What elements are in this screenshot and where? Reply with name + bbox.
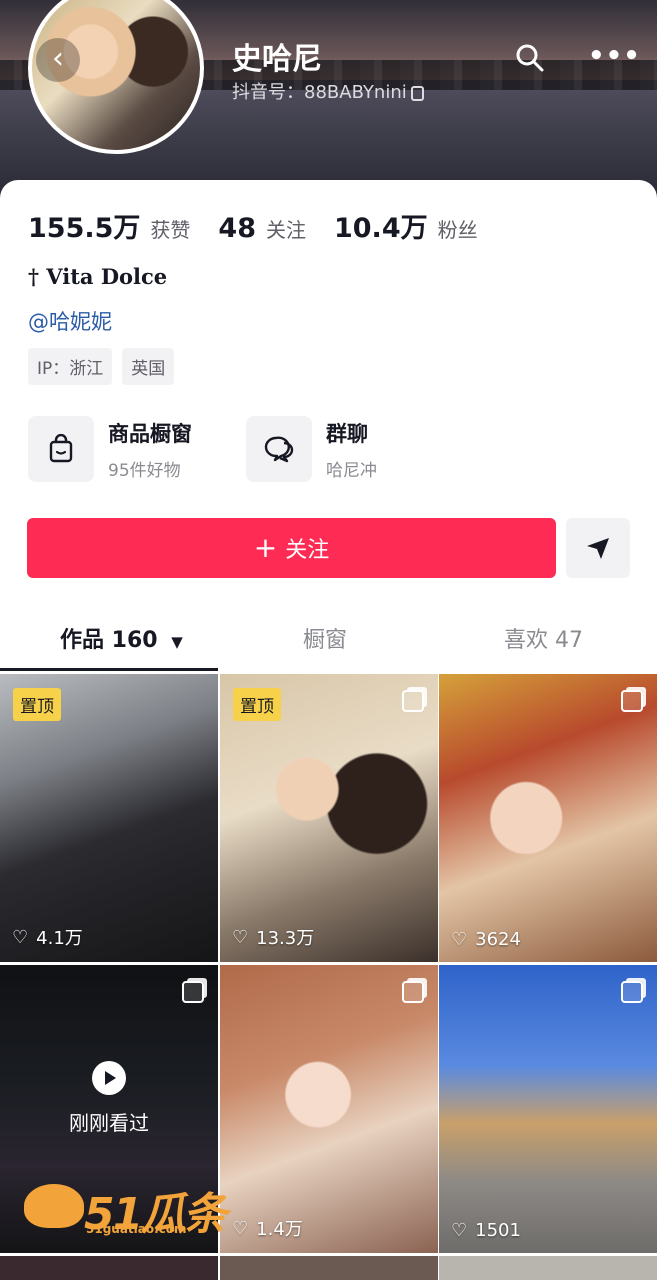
watermark-logo: 51瓜条 51guatiao.com bbox=[20, 1178, 230, 1240]
heart-icon: ♡ bbox=[451, 1220, 468, 1241]
profile-stats: 155.5万 获赞 48 关注 10.4万 粉丝 bbox=[28, 206, 496, 245]
video-thumbnail[interactable]: 置顶 ♡ 4.1万 bbox=[0, 674, 218, 962]
country-tag: 英国 bbox=[122, 348, 175, 385]
watermelon-logo-icon bbox=[24, 1184, 84, 1228]
tab-showcase[interactable]: 橱窗 bbox=[303, 622, 347, 654]
video-thumbnail[interactable] bbox=[439, 1256, 657, 1280]
share-button[interactable] bbox=[566, 518, 630, 578]
pinned-badge: 置顶 bbox=[233, 688, 281, 721]
group-chat-sub: 哈尼冲 bbox=[326, 460, 377, 481]
tab-works[interactable]: 作品 160 ▼ bbox=[60, 622, 183, 654]
chevron-left-icon: ‹ bbox=[52, 41, 64, 76]
followers-count[interactable]: 10.4万 bbox=[334, 206, 428, 245]
tab-indicator bbox=[0, 668, 218, 671]
tab-likes[interactable]: 喜欢 47 bbox=[504, 622, 583, 654]
mention-link[interactable]: @哈妮妮 bbox=[28, 306, 112, 336]
group-chat-title: 群聊 bbox=[326, 421, 368, 446]
profile-name: 史哈尼 bbox=[232, 42, 322, 77]
multi-image-icon bbox=[402, 690, 424, 712]
multi-image-icon bbox=[402, 981, 424, 1003]
multi-image-icon bbox=[621, 981, 643, 1003]
likes-count: 155.5万 bbox=[28, 213, 141, 244]
heart-icon: ♡ bbox=[232, 926, 249, 948]
ip-tag: IP：浙江 bbox=[28, 348, 113, 385]
douyin-id-text: 抖音号：88BABYnini bbox=[232, 82, 407, 103]
plus-icon: + bbox=[253, 531, 278, 564]
shop-window-sub: 95件好物 bbox=[108, 460, 181, 481]
chat-bubbles-icon bbox=[246, 416, 312, 482]
video-thumbnail[interactable]: ♡ 1.4万 bbox=[220, 965, 438, 1253]
recently-watched-label: 刚刚看过 bbox=[69, 1111, 149, 1135]
shopping-bag-icon bbox=[28, 416, 94, 482]
send-icon bbox=[587, 538, 609, 559]
watermark-url: 51guatiao.com bbox=[86, 1222, 187, 1236]
tab-works-label: 作品 160 bbox=[60, 628, 158, 653]
profile-entries: 商品橱窗 95件好物 群聊 哈尼冲 bbox=[28, 416, 377, 482]
like-count: ♡ 4.1万 bbox=[12, 926, 83, 950]
copy-icon[interactable] bbox=[410, 85, 424, 101]
following-count[interactable]: 48 bbox=[218, 213, 256, 244]
like-count: ♡ 3624 bbox=[451, 929, 521, 950]
more-icon[interactable]: ••• bbox=[588, 43, 640, 72]
likes-label: 获赞 bbox=[150, 218, 191, 242]
profile-tags: IP：浙江 英国 bbox=[28, 348, 175, 385]
caret-down-icon: ▼ bbox=[171, 633, 183, 651]
douyin-id[interactable]: 抖音号：88BABYnini bbox=[232, 78, 424, 104]
video-thumbnail[interactable]: ♡ 1501 bbox=[439, 965, 657, 1253]
like-count: ♡ 1501 bbox=[451, 1220, 521, 1241]
like-count: ♡ 13.3万 bbox=[232, 926, 315, 950]
like-count: ♡ 1.4万 bbox=[232, 1217, 303, 1241]
heart-icon: ♡ bbox=[12, 926, 29, 948]
followers-label[interactable]: 粉丝 bbox=[438, 214, 478, 243]
content-tabs: 作品 160 ▼ 橱窗 喜欢 47 bbox=[0, 618, 657, 672]
recently-watched: 刚刚看过 bbox=[0, 1061, 218, 1136]
video-thumbnail[interactable]: 置顶 ♡ 13.3万 bbox=[220, 674, 438, 962]
bio-text: † Vita Dolce bbox=[28, 264, 168, 289]
multi-image-icon bbox=[621, 690, 643, 712]
video-thumbnail[interactable]: ♡ 3624 bbox=[439, 674, 657, 962]
shop-window-entry[interactable]: 商品橱窗 95件好物 bbox=[28, 416, 192, 482]
group-chat-entry[interactable]: 群聊 哈尼冲 bbox=[246, 416, 377, 482]
heart-icon: ♡ bbox=[451, 929, 468, 950]
follow-button-label: 关注 bbox=[285, 538, 330, 563]
following-label[interactable]: 关注 bbox=[266, 214, 306, 243]
follow-button[interactable]: + 关注 bbox=[27, 518, 556, 578]
video-thumbnail[interactable] bbox=[0, 1256, 218, 1280]
back-button[interactable]: ‹ bbox=[36, 38, 80, 82]
heart-icon: ♡ bbox=[232, 1217, 249, 1239]
play-icon bbox=[92, 1061, 126, 1095]
video-thumbnail[interactable] bbox=[220, 1256, 438, 1280]
pinned-badge: 置顶 bbox=[13, 688, 61, 721]
multi-image-icon bbox=[182, 981, 204, 1003]
search-icon[interactable] bbox=[514, 42, 546, 74]
shop-window-title: 商品橱窗 bbox=[108, 421, 192, 446]
